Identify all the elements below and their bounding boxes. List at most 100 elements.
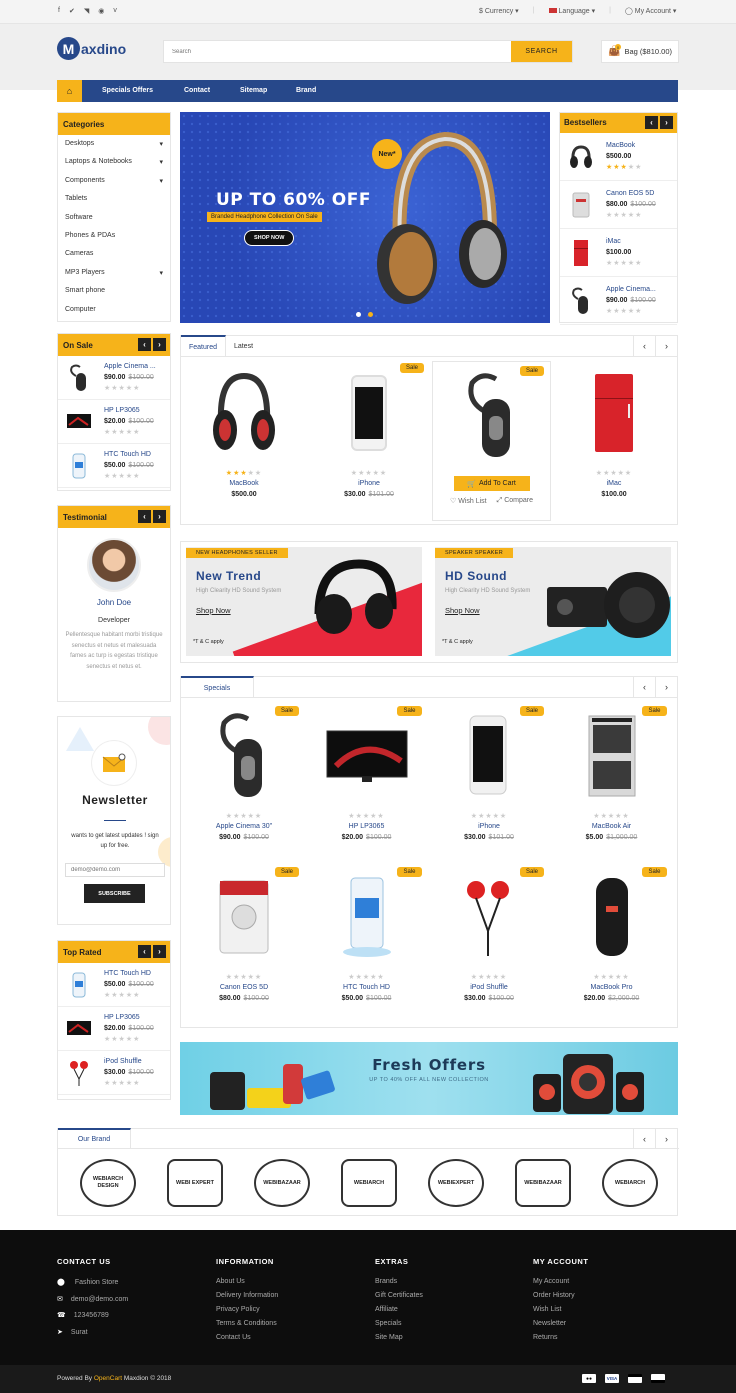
twitter-icon[interactable]: ✔ bbox=[69, 7, 75, 15]
product-card[interactable]: Sale ★★★★★ iPhone $30.00 $101.00 bbox=[308, 359, 430, 519]
mini-product[interactable]: iPod Shuffle $30.00 $100.00 ★★★★★ bbox=[58, 1051, 170, 1095]
category-item[interactable]: Software bbox=[58, 211, 170, 229]
currency-dropdown[interactable]: $ Currency ▾ bbox=[479, 7, 519, 15]
category-item[interactable]: Components ▾ bbox=[58, 174, 170, 192]
brand-logo[interactable]: WEBIEXPERT bbox=[428, 1159, 484, 1207]
footer-link[interactable]: Delivery Information bbox=[216, 1289, 278, 1303]
footer-link[interactable]: Specials bbox=[375, 1317, 423, 1331]
prev-arrow-icon[interactable]: ‹ bbox=[138, 510, 151, 523]
prev-arrow-icon[interactable]: ‹ bbox=[138, 338, 151, 351]
product-card[interactable]: Sale ★★★★★ Canon EOS 5D $80.00 $100.00 bbox=[183, 863, 305, 1023]
brand-logo[interactable]: WEBIBAZAAR bbox=[254, 1159, 310, 1207]
footer-link[interactable]: Terms & Conditions bbox=[216, 1317, 278, 1331]
mini-product[interactable]: HTC Touch HD $50.00 $100.00 ★★★★★ bbox=[58, 963, 170, 1007]
product-card-hover[interactable]: Sale 🛒 Add To Cart ♡ Wish List ⤢ Compare bbox=[432, 361, 551, 521]
logo[interactable]: M axdino bbox=[57, 37, 126, 60]
product-name[interactable]: MacBook Air bbox=[551, 823, 673, 830]
category-item[interactable]: Desktops ▾ bbox=[58, 137, 170, 155]
compare-button[interactable]: ⤢ Compare bbox=[497, 497, 533, 505]
product-name[interactable]: HP LP3065 bbox=[104, 405, 154, 416]
brand-logo[interactable]: WEBIBAZAAR bbox=[515, 1159, 571, 1207]
account-dropdown[interactable]: ◯ My Account ▾ bbox=[625, 7, 676, 15]
product-name[interactable]: Canon EOS 5D bbox=[183, 984, 305, 991]
hero-slider[interactable]: UP TO 60% OFF Branded Headphone Collecti… bbox=[180, 112, 550, 323]
product-name[interactable]: MacBook bbox=[606, 140, 642, 151]
vimeo-icon[interactable]: v bbox=[113, 7, 117, 15]
product-name[interactable]: Apple Cinema 30" bbox=[183, 823, 305, 830]
footer-link[interactable]: Gift Certificates bbox=[375, 1289, 423, 1303]
next-arrow-icon[interactable]: › bbox=[153, 338, 166, 351]
product-name[interactable]: Apple Cinema... bbox=[606, 284, 656, 295]
product-name[interactable]: iPod Shuffle bbox=[104, 1056, 154, 1067]
search-button[interactable]: SEARCH bbox=[511, 41, 572, 62]
product-name[interactable]: MacBook Pro bbox=[551, 984, 673, 991]
product-name[interactable]: HP LP3065 bbox=[306, 823, 428, 830]
mini-product[interactable]: iMac $100.00 ★★★★★ bbox=[560, 229, 677, 277]
product-card[interactable]: ★★★★★ iMac $100.00 bbox=[553, 359, 675, 519]
cart-button[interactable]: 👜 0 Bag ($810.00) bbox=[601, 40, 679, 63]
nav-contact[interactable]: Contact bbox=[184, 87, 240, 94]
mini-product[interactable]: Apple Cinema ... $90.00 $100.00 ★★★★★ bbox=[58, 356, 170, 400]
footer-link[interactable]: Wish List bbox=[533, 1303, 588, 1317]
brand-logo[interactable]: WEBIARCH bbox=[602, 1159, 658, 1207]
nav-brand[interactable]: Brand bbox=[296, 87, 352, 94]
mini-product[interactable]: HP LP3065 $20.00 $100.00 ★★★★★ bbox=[58, 400, 170, 444]
next-arrow-icon[interactable]: › bbox=[655, 1129, 677, 1149]
banner-shop-now-link[interactable]: Shop Now bbox=[445, 606, 480, 615]
slider-dot-1[interactable] bbox=[356, 312, 361, 317]
next-arrow-icon[interactable]: › bbox=[655, 677, 677, 697]
nav-sitemap[interactable]: Sitemap bbox=[240, 87, 296, 94]
footer-link[interactable]: Privacy Policy bbox=[216, 1303, 278, 1317]
product-card[interactable]: Sale ★★★★★ iPod Shuffle $30.00 $100.00 bbox=[428, 863, 550, 1023]
mini-product[interactable]: Canon EOS 5D $80.00 $100.00 ★★★★★ bbox=[560, 181, 677, 229]
product-name[interactable]: iPhone bbox=[428, 823, 550, 830]
banner-shop-now-link[interactable]: Shop Now bbox=[196, 606, 231, 615]
product-card[interactable]: Sale ★★★★★ HTC Touch HD $50.00 $100.00 bbox=[306, 863, 428, 1023]
product-name[interactable]: iPhone bbox=[308, 480, 430, 487]
brand-logo[interactable]: WEBIARCH DESIGN bbox=[80, 1159, 136, 1207]
promo-banner[interactable]: NEW HEADPHONES SELLER New Trend High Clear… bbox=[186, 547, 422, 656]
mini-product[interactable]: HP LP3065 $20.00 $100.00 ★★★★★ bbox=[58, 1007, 170, 1051]
fresh-offers-banner[interactable]: Fresh Offers UP TO 40% OFF ALL NEW COLLE… bbox=[180, 1042, 678, 1115]
brand-logo[interactable]: WEBIARCH bbox=[341, 1159, 397, 1207]
footer-link[interactable]: My Account bbox=[533, 1275, 588, 1289]
nav-specials[interactable]: Specials Offers bbox=[102, 87, 184, 94]
slider-dot-2[interactable] bbox=[368, 312, 373, 317]
opencart-link[interactable]: OpenCart bbox=[94, 1375, 122, 1382]
footer-link[interactable]: Affiliate bbox=[375, 1303, 423, 1317]
subscribe-button[interactable]: SUBSCRIBE bbox=[84, 884, 145, 903]
pinterest-icon[interactable]: ◉ bbox=[98, 7, 104, 15]
product-card[interactable]: Sale ★★★★★ iPhone $30.00 $101.00 bbox=[428, 702, 550, 862]
product-card[interactable]: Sale ★★★★★ MacBook Air $5.00 $1,000.00 bbox=[551, 702, 673, 862]
category-item[interactable]: Laptops & Notebooks ▾ bbox=[58, 155, 170, 173]
prev-arrow-icon[interactable]: ‹ bbox=[633, 677, 655, 697]
next-arrow-icon[interactable]: › bbox=[153, 945, 166, 958]
footer-link[interactable]: Brands bbox=[375, 1275, 423, 1289]
tab-featured[interactable]: Featured bbox=[181, 335, 226, 357]
tab-latest[interactable]: Latest bbox=[226, 336, 261, 356]
footer-link[interactable]: Site Map bbox=[375, 1331, 423, 1345]
category-item[interactable]: Phones & PDAs bbox=[58, 229, 170, 247]
product-name[interactable]: Canon EOS 5D bbox=[606, 188, 656, 199]
category-item[interactable]: Computer bbox=[58, 303, 170, 321]
facebook-icon[interactable]: f bbox=[58, 7, 60, 15]
footer-link[interactable]: Newsletter bbox=[533, 1317, 588, 1331]
footer-link[interactable]: About Us bbox=[216, 1275, 278, 1289]
hero-shop-now-button[interactable]: SHOP NOW bbox=[244, 230, 295, 246]
newsletter-email-input[interactable] bbox=[65, 863, 165, 877]
product-name[interactable]: iMac bbox=[553, 480, 675, 487]
next-arrow-icon[interactable]: › bbox=[660, 116, 673, 129]
rss-icon[interactable]: ◥ bbox=[84, 7, 89, 15]
category-item[interactable]: Tablets bbox=[58, 192, 170, 210]
prev-arrow-icon[interactable]: ‹ bbox=[633, 336, 655, 356]
promo-banner[interactable]: SPEAKER SPEAKER HD Sound High Clearity HD … bbox=[435, 547, 671, 656]
tab-specials[interactable]: Specials bbox=[181, 676, 254, 698]
language-dropdown[interactable]: Language ▾ bbox=[548, 7, 595, 15]
footer-link[interactable]: Contact Us bbox=[216, 1331, 278, 1345]
footer-email[interactable]: demo@demo.com bbox=[71, 1296, 128, 1303]
prev-arrow-icon[interactable]: ‹ bbox=[633, 1129, 655, 1149]
footer-link[interactable]: Order History bbox=[533, 1289, 588, 1303]
mini-product[interactable]: HTC Touch HD $50.00 $100.00 ★★★★★ bbox=[58, 444, 170, 488]
category-item[interactable]: MP3 Players ▾ bbox=[58, 266, 170, 284]
product-card[interactable]: ★★★★★ MacBook $500.00 bbox=[183, 359, 305, 519]
